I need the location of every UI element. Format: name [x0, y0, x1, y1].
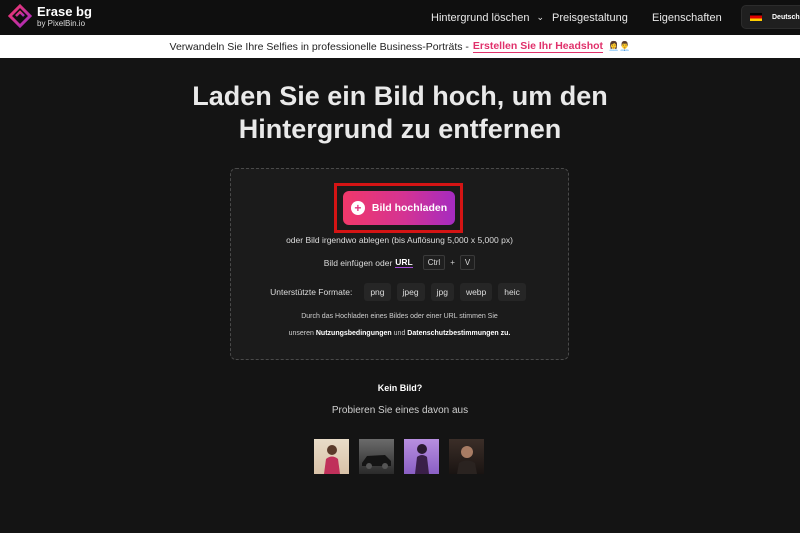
privacy-link[interactable]: Datenschutzbestimmungen zu.: [407, 330, 510, 337]
nav-label: Preisgestaltung: [552, 11, 628, 24]
no-image-heading: Kein Bild?: [377, 383, 423, 393]
format-badge: heic: [498, 283, 526, 301]
plus-icon: +: [350, 201, 365, 215]
chevron-down-icon: ⌄: [536, 12, 544, 22]
legal-prefix: unseren: [288, 330, 314, 337]
logo[interactable]: Erase bg by PixelBin.io: [8, 4, 92, 28]
try-samples-text: Probieren Sie eines davon aus: [331, 405, 469, 416]
format-badge: jpg: [430, 283, 454, 301]
nav-features[interactable]: Eigenschaften: [652, 0, 722, 35]
nav-remove-background[interactable]: Hintergrund löschen ⌄: [431, 0, 544, 35]
sample-image-man[interactable]: [449, 439, 484, 474]
paste-text: Bild einfügen oder: [323, 257, 393, 268]
headshot-link[interactable]: Erstellen Sie Ihr Headshot: [472, 40, 604, 53]
sample-image-woman[interactable]: [314, 439, 349, 474]
drop-instructions: oder Bild irgendwo ablegen (bis Auflösun…: [286, 235, 513, 245]
sample-image-fashion[interactable]: [404, 439, 439, 474]
nav-label: Hintergrund löschen: [431, 11, 530, 24]
formats-label: Unterstützte Formate:: [270, 287, 353, 297]
top-header: Erase bg by PixelBin.io Hintergrund lösc…: [0, 0, 800, 35]
url-link[interactable]: URL: [395, 257, 413, 268]
german-flag-icon: [750, 13, 762, 21]
page-title: Laden Sie ein Bild hoch, um den Hintergr…: [0, 80, 800, 146]
supported-formats: Unterstützte Formate: png jpeg jpg webp …: [230, 283, 569, 301]
terms-link[interactable]: Nutzungsbedingungen: [316, 330, 392, 337]
upload-image-button[interactable]: + Bild hochladen: [343, 191, 455, 225]
kbd-v: V: [459, 255, 476, 270]
format-badge: jpeg: [396, 283, 425, 301]
upload-button-label: Bild hochladen: [371, 202, 448, 214]
language-label: Deutsch: [772, 13, 800, 21]
headline-line-2: Hintergrund zu entfernen: [238, 114, 562, 144]
nav-pricing[interactable]: Preisgestaltung: [552, 0, 628, 35]
language-selector[interactable]: Deutsch: [741, 5, 800, 29]
fashion-portrait-image: [415, 444, 429, 474]
format-badge: webp: [459, 283, 493, 301]
promo-banner: Verwandeln Sie Ihre Selfies in professio…: [0, 35, 800, 58]
nav-label: Eigenschaften: [652, 11, 722, 24]
logo-title: Erase bg: [37, 3, 92, 19]
legal-notice: Durch das Hochladen eines Bildes oder ei…: [230, 308, 569, 342]
banner-emoji: 👩‍💼👨‍💼: [608, 41, 631, 51]
kbd-plus: +: [450, 258, 455, 267]
sample-image-car[interactable]: [359, 439, 394, 474]
paste-row: Bild einfügen oder URL Ctrl + V: [230, 255, 569, 270]
legal-and: und: [393, 330, 406, 337]
legal-line-1: Durch das Hochladen eines Bildes oder ei…: [301, 313, 498, 320]
banner-text: Verwandeln Sie Ihre Selfies in professio…: [169, 40, 469, 53]
kbd-ctrl: Ctrl: [422, 255, 446, 270]
logo-subtitle: by PixelBin.io: [37, 18, 86, 28]
man-portrait-image: [457, 446, 477, 474]
format-badge: png: [364, 283, 391, 301]
headline-line-1: Laden Sie ein Bild hoch, um den: [192, 81, 608, 111]
woman-portrait-image: [324, 445, 340, 474]
logo-icon: [8, 4, 32, 28]
car-image: [362, 455, 391, 469]
sample-images: [314, 439, 494, 474]
